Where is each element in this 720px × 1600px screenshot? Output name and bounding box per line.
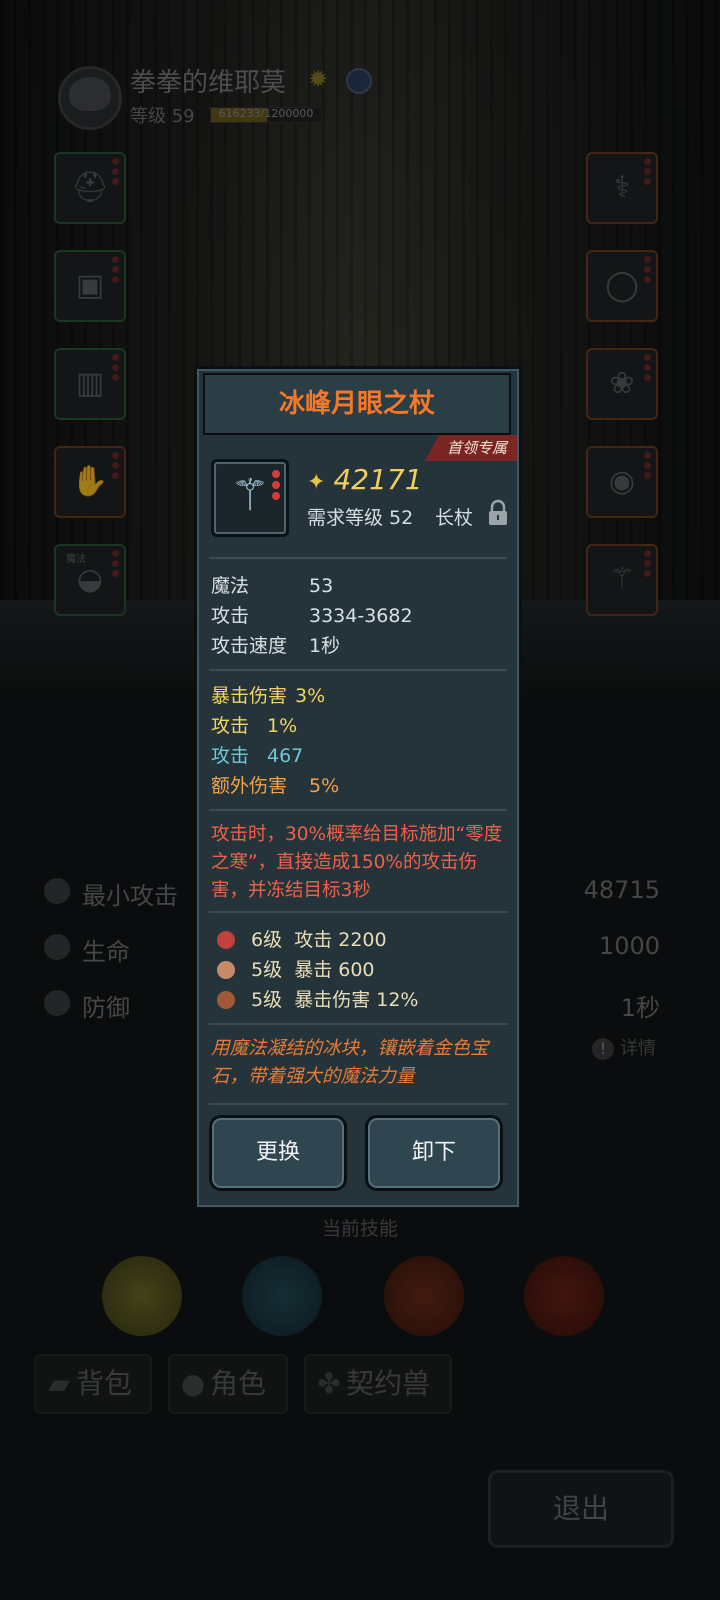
unequip-button[interactable]: 卸下 (365, 1115, 503, 1191)
base-stat-row: 攻击速度 1秒 (211, 631, 340, 658)
base-stat-label: 攻击速度 (211, 635, 288, 657)
bonus-stat-value: 5% (309, 775, 340, 797)
flavor-text: 用魔法凝结的冰块，镶嵌着金色宝石，带着强大的魔法力量 (211, 1038, 489, 1087)
bonus-stat-row: 额外伤害 5% (211, 771, 339, 798)
gem-stat: 攻击 2200 (294, 929, 387, 951)
gem-icon (217, 961, 235, 979)
special-effect-text: 攻击时，30%概率给目标施加“零度之寒”，直接造成150%的攻击伤害，并冻结目标… (211, 824, 503, 901)
bonus-stat-value: 467 (267, 745, 304, 767)
divider (209, 809, 507, 811)
base-stat-value: 53 (309, 575, 334, 597)
gem-stat: 暴击 600 (294, 959, 375, 981)
bonus-stat-label: 暴击伤害 (211, 685, 288, 707)
item-icon-frame: ⚚ (211, 459, 289, 537)
popup-title-bar: 冰峰月眼之杖 (203, 373, 511, 435)
gem-stat: 暴击伤害 12% (294, 989, 419, 1011)
bonus-stat-row: 暴击伤害 3% (211, 681, 325, 708)
ice-staff-icon: ⚚ (230, 470, 270, 521)
divider (209, 1023, 507, 1025)
gem-icon (217, 991, 235, 1009)
gem-row: 5级 暴击伤害 12% (251, 985, 418, 1012)
gem-icon (217, 931, 235, 949)
bonus-stat-value: 3% (295, 685, 326, 707)
base-stat-label: 攻击 (211, 605, 250, 627)
divider (209, 1103, 507, 1105)
base-stat-label: 魔法 (211, 575, 250, 597)
gem-level: 5级 (251, 989, 283, 1011)
item-detail-popup: 冰峰月眼之杖 首领专属 ⚚ ✦ 42171 需求等级 52 长杖 魔法 53 攻击 3… (194, 366, 522, 1210)
bonus-stat-label: 额外伤害 (211, 775, 288, 797)
divider (209, 669, 507, 671)
gem-level: 5级 (251, 959, 283, 981)
gem-level: 6级 (251, 929, 283, 951)
power-icon: ✦ (307, 470, 326, 495)
base-stat-row: 攻击 3334-3682 (211, 601, 413, 628)
divider (209, 911, 507, 913)
bonus-stat-label: 攻击 (211, 715, 250, 737)
power-value: 42171 (333, 463, 423, 496)
power-score: ✦ 42171 (307, 463, 423, 496)
required-level: 需求等级 52 (307, 507, 414, 529)
gem-row: 5级 暴击 600 (251, 955, 375, 982)
bonus-stat-row: 攻击 467 (211, 741, 303, 768)
boss-exclusive-tag: 首领专属 (424, 435, 517, 461)
item-type: 长杖 (435, 507, 474, 529)
bonus-stat-label: 攻击 (211, 745, 250, 767)
base-stat-value: 3334-3682 (309, 605, 413, 627)
replace-button[interactable]: 更换 (209, 1115, 347, 1191)
gem-row: 6级 攻击 2200 (251, 925, 387, 952)
bonus-stat-value: 1% (267, 715, 298, 737)
divider (209, 557, 507, 559)
base-stat-row: 魔法 53 (211, 571, 333, 598)
base-stat-value: 1秒 (309, 635, 341, 657)
lock-icon[interactable] (487, 499, 509, 527)
item-name: 冰峰月眼之杖 (278, 389, 435, 419)
bonus-stat-row: 攻击 1% (211, 711, 297, 738)
